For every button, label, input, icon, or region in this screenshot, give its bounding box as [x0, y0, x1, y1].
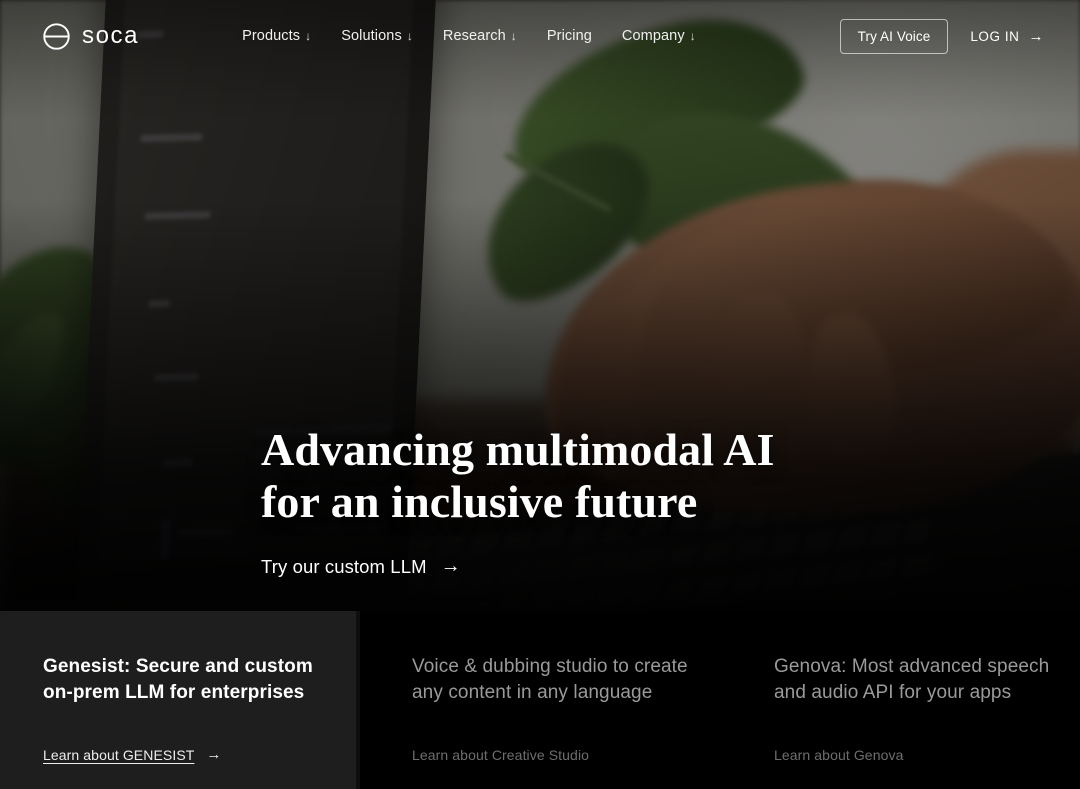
try-ai-voice-button[interactable]: Try AI Voice — [839, 18, 949, 54]
brand-logo[interactable]: soca — [42, 22, 139, 51]
nav-links: Products ↓ Solutions ↓ Research ↓ Pricin… — [242, 28, 696, 44]
hero-copy: Advancing multimodal AI for an inclusive… — [261, 424, 775, 578]
arrow-right-icon: → — [1028, 27, 1044, 45]
learn-about-genesist-link[interactable]: Learn about GENESIST → — [43, 746, 222, 763]
chevron-down-icon: ↓ — [689, 29, 696, 43]
nav-item-label: Research — [442, 28, 506, 44]
hero-cta-link[interactable]: Try our custom LLM → — [261, 555, 461, 578]
login-link[interactable]: LOG IN → — [970, 28, 1044, 45]
nav-item-label: Pricing — [546, 28, 592, 44]
product-card-genesist[interactable]: Genesist: Secure and custom on-prem LLM … — [0, 611, 356, 789]
nav-item-products[interactable]: Products ↓ — [242, 28, 311, 44]
chevron-down-icon: ↓ — [510, 29, 517, 43]
card-title: Voice & dubbing studio to create any con… — [412, 656, 688, 703]
nav-actions: Try AI Voice LOG IN → — [839, 18, 1044, 54]
nav-item-research[interactable]: Research ↓ — [443, 28, 517, 44]
product-cards-row: Genesist: Secure and custom on-prem LLM … — [0, 611, 1080, 789]
nav-item-solutions[interactable]: Solutions ↓ — [341, 28, 413, 44]
brand-name: soca — [82, 22, 140, 49]
learn-about-creative-studio-link[interactable]: Learn about Creative Studio — [412, 747, 601, 763]
chevron-down-icon: ↓ — [305, 29, 312, 43]
nav-item-company[interactable]: Company ↓ — [622, 28, 696, 44]
chevron-down-icon: ↓ — [406, 29, 413, 43]
landing-page: Advancing multimodal AI for an inclusive… — [0, 0, 1080, 789]
nav-item-label: Products — [242, 28, 301, 44]
card-link-label: Learn about Genova — [774, 747, 904, 763]
nav-item-label: Solutions — [341, 28, 402, 44]
card-link-label: Learn about Creative Studio — [412, 747, 590, 763]
page-title: Advancing multimodal AI for an inclusive… — [261, 424, 775, 528]
learn-about-genova-link[interactable]: Learn about Genova — [774, 747, 915, 763]
card-title: Genova: Most advanced speech and audio A… — [774, 656, 1050, 703]
arrow-right-icon: → — [440, 555, 461, 577]
circle-bisected-logo-icon — [43, 22, 70, 50]
top-navigation-bar: soca Products ↓ Solutions ↓ Research ↓ P… — [0, 0, 1080, 72]
arrow-right-icon: → — [206, 746, 222, 763]
card-title: Genesist: Secure and custom on-prem LLM … — [43, 656, 313, 703]
card-link-label: Learn about GENESIST — [43, 746, 195, 763]
nav-item-label: Company — [621, 28, 685, 44]
hero-section: Advancing multimodal AI for an inclusive… — [0, 0, 1080, 611]
login-label: LOG IN — [970, 28, 1020, 44]
nav-item-pricing[interactable]: Pricing — [547, 28, 592, 44]
headline-line-2: for an inclusive future — [261, 476, 698, 527]
hero-cta-label: Try our custom LLM — [261, 555, 427, 577]
product-card-genova[interactable]: Genova: Most advanced speech and audio A… — [720, 611, 1080, 789]
product-card-creative-studio[interactable]: Voice & dubbing studio to create any con… — [360, 611, 720, 789]
headline-line-1: Advancing multimodal AI — [261, 424, 775, 475]
